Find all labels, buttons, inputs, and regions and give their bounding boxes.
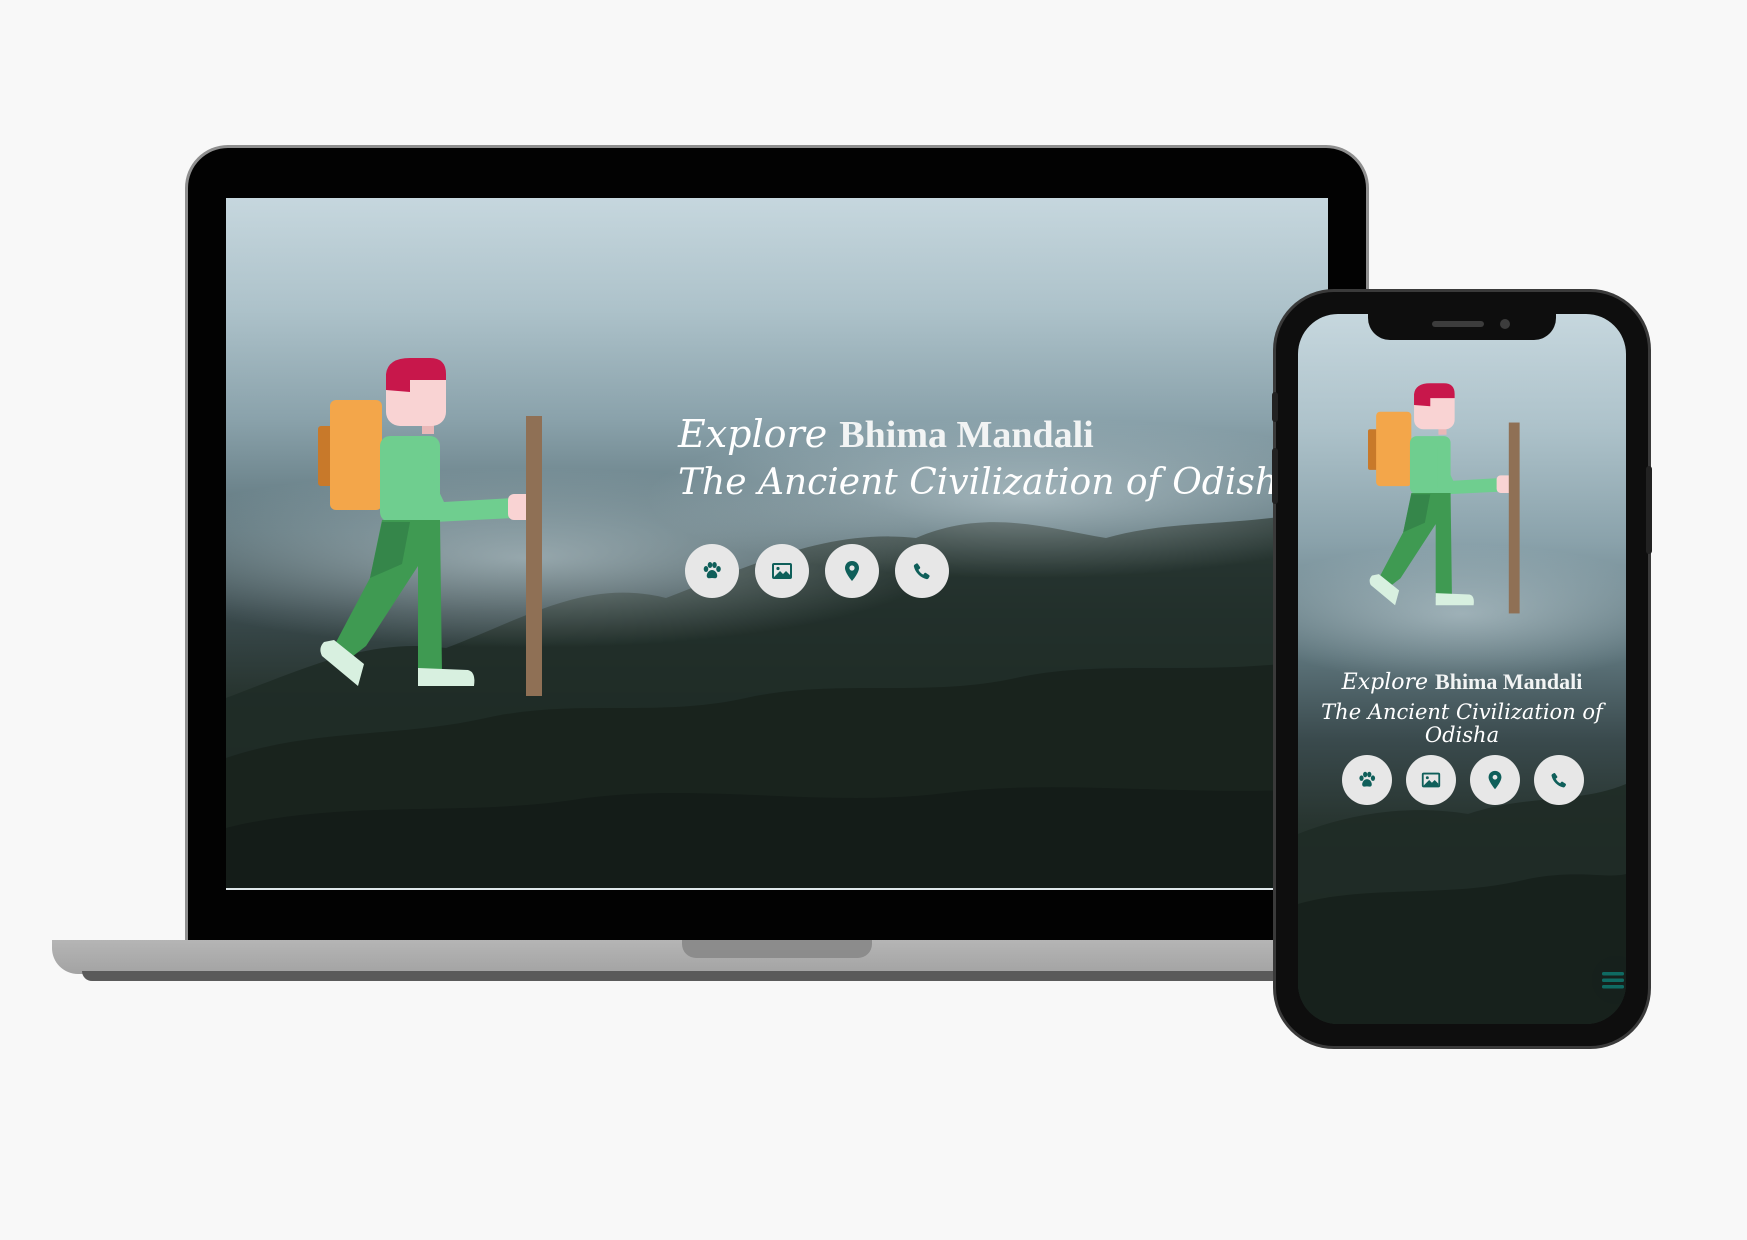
phone-icon — [913, 563, 930, 580]
location-button[interactable] — [825, 544, 879, 598]
explore-text: Explore — [678, 412, 828, 456]
gallery-button[interactable] — [1406, 755, 1456, 805]
laptop-screen: Explore Bhima Mandali The Ancient Civili… — [226, 198, 1328, 890]
phone-screen: Explore Bhima Mandali The Ancient Civili… — [1298, 314, 1626, 1024]
phone-volume-button — [1272, 448, 1278, 504]
quick-links — [685, 544, 949, 598]
hero-headline: Explore Bhima Mandali The Ancient Civili… — [1298, 669, 1626, 748]
contact-button[interactable] — [1534, 755, 1584, 805]
paw-icon — [1359, 771, 1376, 787]
gallery-button[interactable] — [755, 544, 809, 598]
hamburger-icon — [1602, 972, 1624, 989]
location-button[interactable] — [1470, 755, 1520, 805]
phone-volume-button — [1272, 392, 1278, 422]
map-pin-icon — [845, 561, 859, 581]
place-name: Bhima Mandali — [839, 414, 1094, 456]
wildlife-button[interactable] — [1342, 755, 1392, 805]
paw-icon — [703, 562, 721, 579]
wildlife-button[interactable] — [685, 544, 739, 598]
image-icon — [772, 563, 792, 579]
hero-headline: Explore Bhima Mandali The Ancient Civili… — [678, 412, 1300, 503]
tagline: The Ancient Civilization of Odisha — [1321, 700, 1603, 748]
laptop-hinge-notch — [682, 940, 872, 958]
tagline: The Ancient Civilization of Odisha — [678, 461, 1300, 503]
map-pin-icon — [1488, 770, 1502, 790]
hiker-illustration — [1368, 383, 1520, 614]
contact-button[interactable] — [895, 544, 949, 598]
phone-icon — [1551, 773, 1566, 788]
quick-links — [1342, 755, 1584, 805]
phone-power-button — [1646, 466, 1652, 554]
image-icon — [1421, 772, 1441, 788]
phone-camera — [1500, 319, 1510, 329]
explore-text: Explore — [1341, 670, 1429, 695]
phone-speaker — [1432, 321, 1484, 327]
laptop-base-shadow — [82, 971, 1357, 981]
hiker-illustration — [318, 358, 542, 696]
place-name: Bhima Mandali — [1435, 669, 1583, 694]
